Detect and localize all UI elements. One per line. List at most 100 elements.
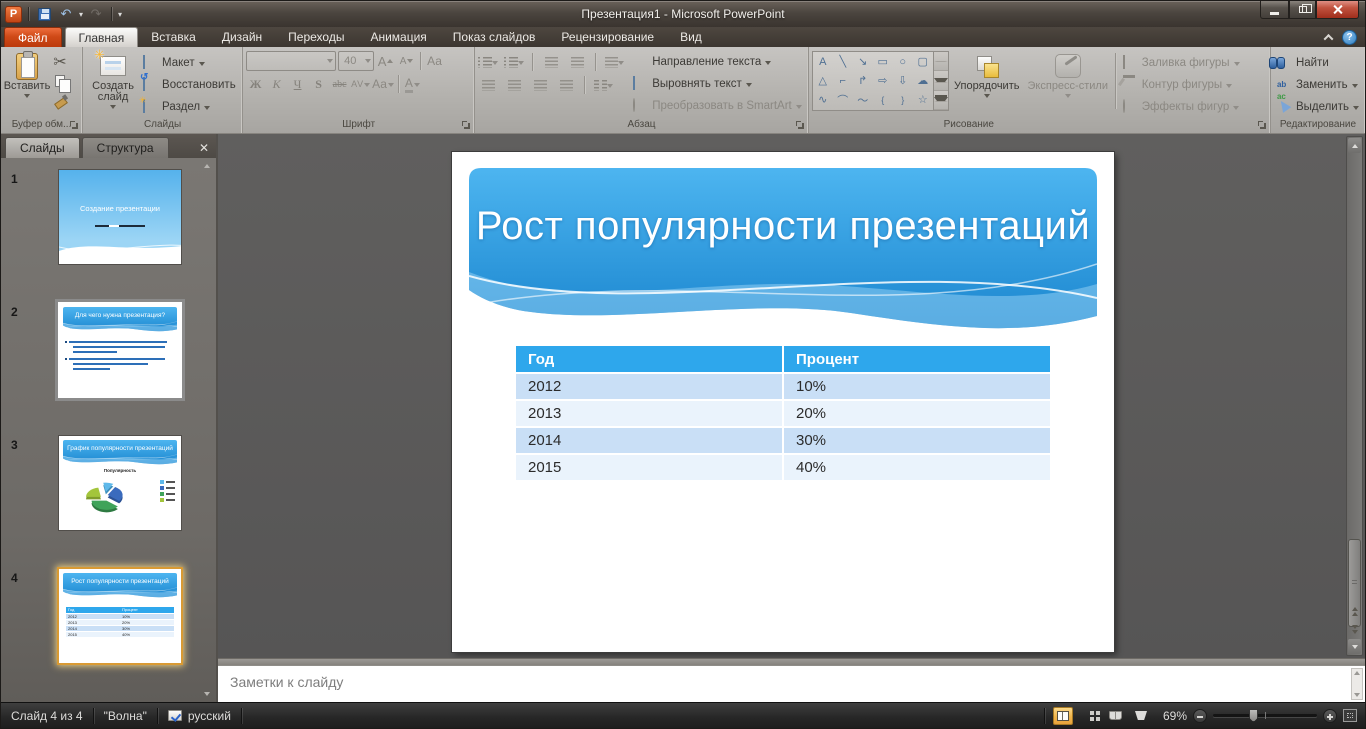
panel-scrollbar[interactable] <box>201 158 214 702</box>
reading-view-button[interactable] <box>1105 707 1125 725</box>
slide-counter[interactable]: Слайд 4 из 4 <box>1 707 94 724</box>
table-header-cell[interactable]: Процент <box>782 346 1050 374</box>
table-cell[interactable]: 20% <box>782 400 1050 428</box>
columns-button[interactable] <box>593 76 613 94</box>
decrease-indent-button[interactable] <box>541 53 561 71</box>
restore-button[interactable] <box>1289 1 1316 19</box>
zoom-level[interactable]: 69% <box>1157 709 1187 723</box>
table-cell[interactable]: 2013 <box>516 400 783 428</box>
table-header-cell[interactable]: Год <box>516 346 783 374</box>
table-cell[interactable]: 40% <box>782 454 1050 482</box>
shape-right-arrow[interactable]: ⇨ <box>873 71 893 90</box>
select-button[interactable]: Выделить <box>1274 96 1362 117</box>
table-cell[interactable]: 30% <box>782 427 1050 455</box>
spellcheck-status[interactable]: русский <box>158 707 242 724</box>
table-cell[interactable]: 10% <box>782 373 1050 401</box>
tab-insert[interactable]: Вставка <box>138 27 209 47</box>
slide-thumbnail-3[interactable]: 3 График популярности презентаций Популя… <box>1 436 216 530</box>
align-left-button[interactable] <box>478 76 498 94</box>
table-cell[interactable]: 2012 <box>516 373 783 401</box>
underline-button[interactable]: Ч <box>288 74 307 94</box>
convert-smartart-button[interactable]: Преобразовать в SmartArt <box>630 95 805 116</box>
shape-textbox[interactable]: A <box>813 52 833 71</box>
notes-scrollbar[interactable] <box>1351 668 1363 700</box>
justify-button[interactable] <box>556 76 576 94</box>
collapse-ribbon-button[interactable] <box>1322 31 1334 43</box>
current-slide[interactable]: Рост популярности презентаций Год Процен… <box>452 152 1114 652</box>
minimize-button[interactable] <box>1260 1 1289 19</box>
normal-view-button[interactable] <box>1053 706 1073 725</box>
close-button[interactable] <box>1316 1 1359 19</box>
reset-slide-button[interactable]: Восстановить <box>140 74 239 95</box>
previous-slide-button[interactable] <box>1348 603 1361 619</box>
format-painter-button[interactable] <box>50 91 70 109</box>
shape-arrow-line[interactable]: ↘ <box>853 52 873 71</box>
shape-down-arrow[interactable]: ⇩ <box>893 71 913 90</box>
vertical-scrollbar[interactable] <box>1346 136 1363 656</box>
shape-arc[interactable]: ⌒ <box>833 90 853 109</box>
tab-file[interactable]: Файл <box>4 27 62 47</box>
font-size-combo[interactable]: 40 <box>338 51 375 71</box>
shape-star[interactable]: ☆ <box>913 90 933 109</box>
slideshow-view-button[interactable] <box>1131 707 1151 725</box>
zoom-out-button[interactable] <box>1193 708 1207 723</box>
zoom-slider-thumb[interactable] <box>1249 709 1258 722</box>
tab-home[interactable]: Главная <box>64 27 139 47</box>
new-slide-button[interactable]: Создать слайд <box>86 49 140 117</box>
tab-animations[interactable]: Анимация <box>357 27 439 47</box>
shape-effects-button[interactable]: Эффекты фигур <box>1120 96 1243 117</box>
align-text-button[interactable]: Выровнять текст <box>630 73 805 94</box>
redo-button[interactable]: ↷ <box>87 5 105 23</box>
align-right-button[interactable] <box>530 76 550 94</box>
shape-fill-button[interactable]: Заливка фигуры <box>1120 52 1243 73</box>
cut-button[interactable]: ✂ <box>50 53 70 71</box>
tab-transitions[interactable]: Переходы <box>275 27 357 47</box>
shrink-font-button[interactable]: А <box>397 51 416 71</box>
powerpoint-app-icon[interactable]: P <box>5 5 22 23</box>
table-cell[interactable]: 2014 <box>516 427 783 455</box>
help-button[interactable]: ? <box>1342 29 1357 45</box>
font-color-button[interactable]: А <box>403 74 422 94</box>
bullets-button[interactable] <box>478 53 499 71</box>
drawing-dialog-launcher[interactable] <box>1257 121 1267 130</box>
text-direction-button[interactable]: Направление текста <box>630 51 805 72</box>
italic-button[interactable]: К <box>267 74 286 94</box>
shapes-scroll-down[interactable] <box>933 71 948 91</box>
slide-thumbnail-4-selected[interactable]: 4 Рост популярности презентаций Год Проце… <box>1 569 216 663</box>
scroll-up-button[interactable] <box>1348 138 1361 153</box>
font-dialog-launcher[interactable] <box>462 121 471 130</box>
shape-oval[interactable]: ○ <box>893 52 913 71</box>
shape-left-brace[interactable]: { <box>873 90 893 109</box>
shapes-scroll-up[interactable] <box>933 52 948 72</box>
table-cell[interactable]: 2015 <box>516 454 783 482</box>
slide-title-placeholder[interactable]: Рост популярности презентаций <box>469 168 1097 340</box>
tab-outline[interactable]: Структура <box>81 137 169 158</box>
shape-rectangle[interactable]: ▭ <box>873 52 893 71</box>
slide-thumbnail-2[interactable]: 2 Для чего нужна презентация? <box>1 303 216 397</box>
section-button[interactable]: Раздел <box>140 96 239 117</box>
replace-button[interactable]: ab ac Заменить <box>1274 74 1362 100</box>
zoom-in-button[interactable] <box>1323 708 1337 723</box>
shape-elbow-arrow[interactable]: ↱ <box>853 71 873 90</box>
shapes-more-button[interactable] <box>933 90 948 110</box>
undo-dropdown[interactable]: ▾ <box>79 10 83 19</box>
shape-outline-button[interactable]: Контур фигуры <box>1120 74 1243 95</box>
shape-triangle[interactable]: △ <box>813 71 833 90</box>
tab-design[interactable]: Дизайн <box>209 27 275 47</box>
panel-scroll-up-icon[interactable] <box>204 164 210 168</box>
shape-right-brace[interactable]: } <box>893 90 913 109</box>
quick-styles-button[interactable]: Экспресс-стили <box>1025 51 1111 117</box>
theme-name[interactable]: "Волна" <box>94 707 158 724</box>
tab-slides-thumbnails[interactable]: Слайды <box>5 137 80 158</box>
shape-rounded-rectangle[interactable]: ▢ <box>913 52 933 71</box>
customize-qat-button[interactable]: ▾ <box>118 10 122 19</box>
tab-slideshow[interactable]: Показ слайдов <box>440 27 549 47</box>
shape-line[interactable]: ╲ <box>833 52 853 71</box>
tab-view[interactable]: Вид <box>667 27 715 47</box>
shape-elbow-connector[interactable]: ⌐ <box>833 71 853 90</box>
text-shadow-button[interactable]: S <box>309 74 328 94</box>
notes-splitter[interactable] <box>218 658 1365 665</box>
shape-scribble[interactable]: ∿ <box>813 90 833 109</box>
save-button[interactable] <box>35 5 53 23</box>
scroll-down-button[interactable] <box>1348 639 1361 654</box>
